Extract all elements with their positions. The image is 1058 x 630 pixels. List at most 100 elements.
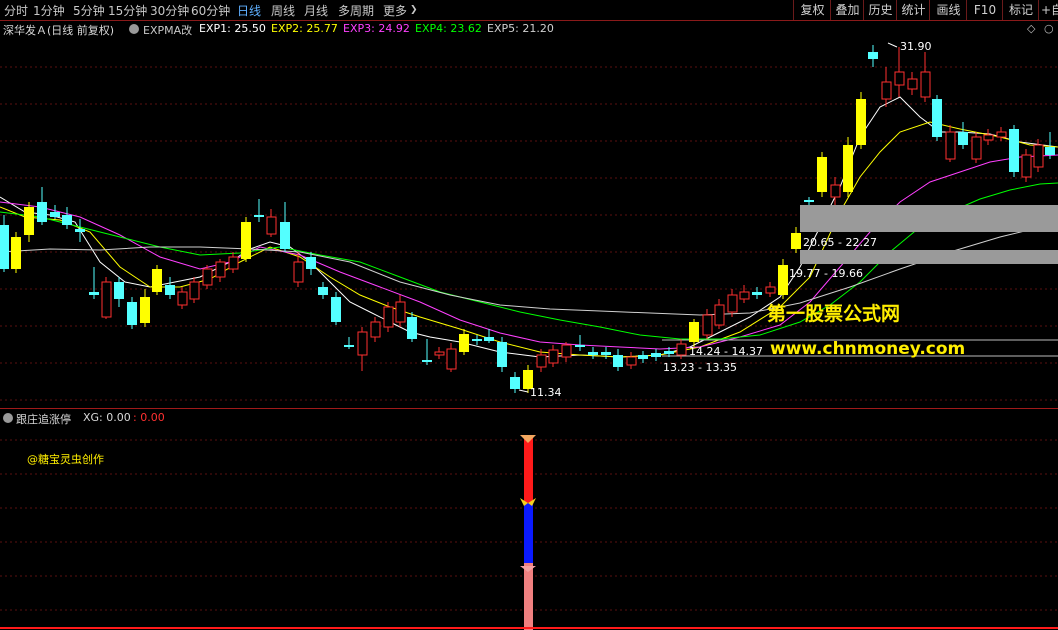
draw-line-button[interactable]: 画线 — [929, 0, 967, 20]
candle — [202, 265, 213, 289]
candle — [127, 297, 137, 329]
candle — [280, 202, 290, 252]
signal-bar-pink — [524, 563, 533, 630]
candle — [357, 327, 368, 371]
watermark-url: www.chnmoney.com — [770, 339, 965, 359]
zone1-label: 20.65 - 22.27 — [803, 236, 877, 249]
candlestick-chart[interactable]: 20.65 - 22.27 19.77 - 19.66 14.24 - 14.3… — [0, 37, 1058, 409]
zone3-label: 14.24 - 14.37 — [689, 345, 763, 358]
history-button[interactable]: 历史 — [863, 0, 897, 20]
candle — [971, 132, 982, 163]
candle — [714, 299, 725, 329]
signal-chart[interactable] — [0, 410, 1058, 630]
candle — [945, 125, 956, 162]
candle — [830, 177, 841, 205]
stats-button[interactable]: 统计 — [896, 0, 930, 20]
candle — [983, 129, 994, 145]
candle — [459, 329, 469, 355]
candle — [318, 282, 328, 299]
candle — [331, 292, 341, 325]
candle — [165, 277, 175, 299]
tab-multi-period[interactable]: 多周期 — [338, 2, 374, 19]
tab-intraday[interactable]: 分时 — [4, 2, 28, 19]
candle — [727, 289, 738, 317]
candle — [344, 337, 354, 349]
candle — [804, 197, 814, 205]
candle — [89, 267, 99, 299]
diamond-icon[interactable]: ◇ — [1027, 22, 1035, 35]
candle — [843, 137, 853, 197]
circle-icon[interactable]: ○ — [1044, 22, 1054, 35]
tab-1min[interactable]: 1分钟 — [33, 2, 65, 19]
indicator-settings-icon[interactable] — [129, 24, 139, 37]
candle — [62, 207, 72, 229]
candle — [817, 152, 827, 197]
candle — [101, 277, 112, 319]
mark-button[interactable]: 标记 — [1002, 0, 1039, 20]
candle — [484, 329, 494, 343]
candle — [24, 202, 34, 242]
chevron-right-icon[interactable]: ❯ — [410, 5, 418, 15]
candle — [228, 252, 239, 273]
candle — [434, 347, 445, 359]
candle — [548, 345, 559, 367]
price-zones — [662, 205, 1058, 357]
tab-weekly[interactable]: 周线 — [271, 2, 295, 19]
candle — [601, 347, 611, 359]
tab-15min[interactable]: 15分钟 — [108, 2, 147, 19]
candle — [868, 45, 878, 67]
candle — [370, 317, 381, 342]
candle — [996, 127, 1007, 141]
exp4-value: EXP4: 23.62 — [415, 22, 482, 35]
add-custom-button[interactable]: +自 — [1038, 0, 1058, 20]
candle — [613, 349, 623, 371]
candle — [791, 227, 801, 253]
candle — [266, 209, 277, 237]
high-price-label: 31.90 — [900, 40, 932, 53]
stock-title: 深华发Ａ(日线 前复权) — [3, 24, 115, 37]
signal-bar-blue — [524, 503, 533, 563]
candle — [407, 312, 417, 342]
candle — [383, 302, 394, 332]
candle — [575, 335, 585, 351]
f10-button[interactable]: F10 — [966, 0, 1003, 20]
candle — [651, 349, 661, 361]
period-toolbar: 分时 1分钟 5分钟 15分钟 30分钟 60分钟 日线 周线 月线 多周期 更… — [0, 0, 1058, 21]
overlay-button[interactable]: 叠加 — [830, 0, 864, 20]
exp3-value: EXP3: 24.92 — [343, 22, 410, 35]
indicator-name[interactable]: EXPMA改 — [143, 22, 192, 38]
candle — [422, 339, 432, 365]
candle — [932, 95, 942, 141]
candle — [0, 215, 9, 272]
candle — [739, 285, 750, 303]
adjust-button[interactable]: 复权 — [793, 0, 831, 20]
candle — [472, 335, 482, 345]
low-price-label: 11.34 — [530, 386, 562, 399]
candle — [177, 287, 188, 309]
candle — [215, 259, 226, 282]
candle — [510, 372, 520, 393]
candle — [702, 309, 713, 339]
tab-daily[interactable]: 日线 — [237, 2, 261, 19]
candle — [907, 72, 918, 95]
candle — [958, 122, 968, 149]
candle — [920, 52, 931, 102]
candle — [588, 347, 598, 359]
candle — [189, 277, 200, 303]
tab-5min[interactable]: 5分钟 — [73, 2, 105, 19]
candle — [152, 265, 162, 295]
candle — [497, 337, 507, 372]
candle — [778, 259, 788, 299]
candle — [50, 205, 60, 219]
candle — [306, 252, 316, 275]
candle — [114, 277, 124, 307]
tab-more[interactable]: 更多 — [383, 2, 407, 19]
candle — [446, 343, 457, 372]
exp2-value: EXP2: 25.77 — [271, 22, 338, 35]
tab-60min[interactable]: 60分钟 — [191, 2, 230, 19]
zone2-label: 19.77 - 19.66 — [789, 267, 863, 280]
tab-30min[interactable]: 30分钟 — [150, 2, 189, 19]
tab-monthly[interactable]: 月线 — [304, 2, 328, 19]
candle — [11, 232, 21, 273]
candle — [856, 92, 866, 149]
